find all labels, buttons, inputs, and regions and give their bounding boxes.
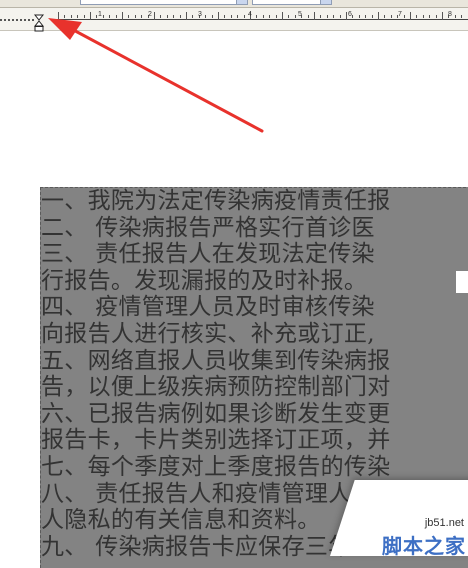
ruler-tick bbox=[378, 12, 379, 20]
ruler-tick bbox=[435, 15, 437, 18]
ruler-tick bbox=[416, 15, 418, 18]
ruler-tick bbox=[269, 15, 271, 18]
ruler-number: 5 bbox=[298, 11, 302, 18]
document-line: 二、 传染病报告严格实行首诊医 bbox=[41, 214, 375, 241]
ruler-tick bbox=[192, 15, 194, 18]
ruler-number: 3 bbox=[198, 11, 202, 18]
ruler-tick bbox=[346, 12, 347, 20]
ruler-tick bbox=[64, 15, 66, 18]
ruler-tick bbox=[102, 15, 104, 18]
ruler-tick bbox=[275, 15, 277, 18]
ruler-tick bbox=[410, 12, 411, 20]
formatting-toolbar bbox=[0, 0, 468, 8]
ruler-tick bbox=[403, 15, 405, 18]
ruler-number: 4 bbox=[248, 11, 252, 18]
ruler-tick bbox=[288, 15, 290, 18]
horizontal-ruler[interactable]: 1 2 3 4 5 6 7 8 bbox=[0, 8, 468, 32]
ruler-number: 8 bbox=[448, 11, 452, 18]
ruler-tick bbox=[77, 15, 79, 18]
ruler-tick bbox=[352, 15, 354, 18]
watermark-logo-text: 脚本之家 bbox=[382, 534, 466, 558]
font-name-combobox[interactable] bbox=[80, 0, 248, 5]
ruler-tick bbox=[141, 15, 143, 18]
ruler-tick bbox=[384, 15, 386, 18]
ruler-tick bbox=[237, 15, 239, 18]
ruler-number: 6 bbox=[348, 11, 352, 18]
ruler-tick bbox=[90, 12, 91, 20]
ruler-tick bbox=[307, 15, 309, 18]
ruler-tick bbox=[211, 15, 213, 18]
font-name-dropdown-button[interactable] bbox=[236, 0, 248, 5]
ruler-tick bbox=[173, 15, 175, 18]
ruler-number: 1 bbox=[98, 11, 102, 18]
ruler-tick bbox=[326, 15, 328, 18]
ruler-tick bbox=[339, 15, 341, 18]
ruler-tick bbox=[115, 15, 117, 18]
font-size-dropdown-button[interactable] bbox=[320, 0, 332, 5]
ruler-tick bbox=[320, 15, 322, 18]
ruler-tick bbox=[243, 15, 245, 18]
ruler-tick bbox=[109, 15, 111, 18]
ruler-tick bbox=[83, 15, 85, 18]
ruler-tick bbox=[186, 12, 187, 20]
ruler-tick bbox=[454, 15, 456, 18]
ruler-tick bbox=[166, 15, 168, 18]
ruler-tick bbox=[218, 12, 219, 20]
ruler-ticks: 1 2 3 4 5 6 7 8 bbox=[0, 8, 468, 30]
ruler-tick bbox=[358, 15, 360, 18]
document-line: 四、 疫情管理人员及时审核传染 bbox=[41, 294, 375, 321]
ruler-tick bbox=[179, 15, 181, 18]
ruler-tick bbox=[128, 15, 130, 18]
ruler-number: 7 bbox=[398, 11, 402, 18]
ruler-tick bbox=[230, 15, 232, 18]
ruler-tick bbox=[58, 12, 59, 20]
ruler-tick bbox=[314, 12, 315, 20]
ruler-tick bbox=[371, 15, 373, 18]
ruler-tick bbox=[70, 15, 72, 18]
ruler-tick bbox=[224, 15, 226, 18]
document-line: 五、网络直报人员收集到传染病报 bbox=[41, 347, 391, 374]
ruler-number: 2 bbox=[148, 11, 152, 18]
ruler-tick bbox=[205, 15, 207, 18]
document-line: 一、我院为法定传染病疫情责任报 bbox=[41, 188, 391, 214]
ruler-tick bbox=[422, 15, 424, 18]
ruler-tick bbox=[256, 15, 258, 18]
ruler-tick bbox=[160, 15, 162, 18]
document-line: 告，以便上级疾病预防控制部门对 bbox=[41, 374, 391, 401]
document-line: 六、已报告病例如果诊断发生变更 bbox=[41, 400, 391, 427]
ruler-tick bbox=[390, 15, 392, 18]
document-line: 向报告人进行核实、补充或订正, bbox=[41, 320, 375, 347]
watermark-url: jb51.net bbox=[424, 517, 464, 529]
ruler-tick bbox=[429, 15, 431, 18]
document-line: 三、 责任报告人在发现法定传染 bbox=[41, 241, 375, 268]
ruler-tick bbox=[154, 12, 155, 20]
text-gap bbox=[456, 271, 468, 293]
indent-marker-icon[interactable] bbox=[33, 14, 45, 32]
ruler-tick bbox=[134, 15, 136, 18]
ruler-tick bbox=[122, 12, 123, 20]
ruler-tick bbox=[461, 15, 463, 18]
document-line: 行报告。发现漏报的及时补报。 bbox=[41, 267, 368, 294]
document-line: 报告卡，卡片类别选择订正项，并 bbox=[41, 427, 391, 454]
ruler-tick bbox=[442, 12, 443, 20]
ruler-tick bbox=[333, 15, 335, 18]
document-line: 七、每个季度对上季度报告的传染 bbox=[41, 453, 391, 480]
ruler-tick bbox=[262, 15, 264, 18]
ruler-tick bbox=[294, 15, 296, 18]
ruler-tick bbox=[282, 12, 283, 20]
ruler-tick bbox=[365, 15, 367, 18]
